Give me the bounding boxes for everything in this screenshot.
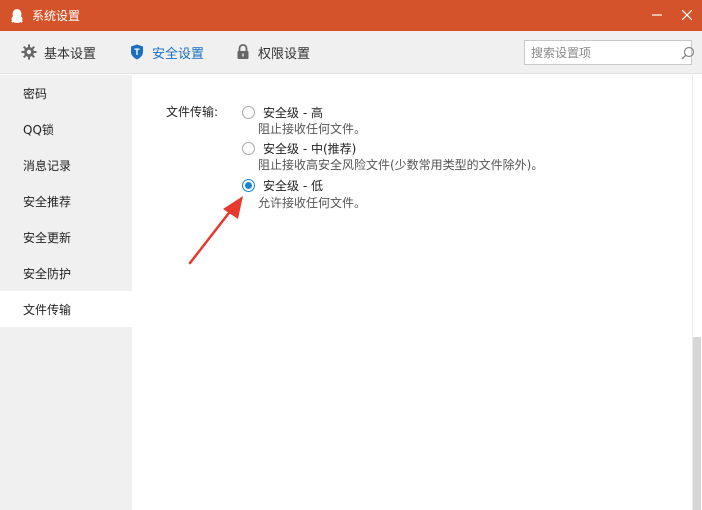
lock-icon [234,43,252,61]
tab-permission-settings[interactable]: 权限设置 [234,31,310,73]
shield-icon [128,43,146,61]
option-description: 允许接收任何文件。 [258,196,367,210]
settings-content: 文件传输: 安全级 - 高 阻止接收任何文件。 安全级 - 中(推荐) 阻止接收… [132,75,702,510]
sidebar-item-label: 文件传输 [23,302,72,317]
sidebar-item-label: 安全防护 [23,266,72,281]
sidebar-item-label: QQ锁 [23,122,54,137]
sidebar-item-security-protection[interactable]: 安全防护 [0,255,132,291]
option-label: 安全级 - 中(推荐) [263,142,357,156]
sidebar-item-file-transfer[interactable]: 文件传输 [0,291,132,327]
sidebar-item-message-history[interactable]: 消息记录 [0,147,132,183]
qq-penguin-icon [6,5,28,27]
file-transfer-label: 文件传输: [166,105,219,119]
tab-label: 基本设置 [44,46,97,62]
sidebar-item-label: 安全更新 [23,230,72,245]
close-icon [681,9,693,23]
radio-button-selected[interactable] [242,179,255,192]
radio-button[interactable] [242,106,255,119]
sidebar-item-security-update[interactable]: 安全更新 [0,219,132,255]
option-description: 阻止接收任何文件。 [258,122,367,136]
radio-option-low[interactable]: 安全级 - 低 [242,177,323,194]
tab-label: 权限设置 [258,46,311,62]
tab-security-settings[interactable]: 安全设置 [128,31,204,73]
option-label: 安全级 - 低 [263,179,323,193]
search-box [524,40,695,65]
sidebar-item-label: 安全推荐 [23,194,72,209]
gear-icon [20,43,38,61]
scrollbar-thumb[interactable] [693,337,701,510]
radio-option-high[interactable]: 安全级 - 高 [242,104,323,121]
toolbar: 基本设置 安全设置 权限设置 [0,31,702,74]
radio-button[interactable] [242,142,255,155]
option-label: 安全级 - 高 [263,106,323,120]
title-bar: 系统设置 [0,0,702,31]
sidebar-item-label: 密码 [23,86,48,101]
tab-basic-settings[interactable]: 基本设置 [20,31,96,73]
search-input[interactable] [525,41,681,64]
sidebar-item-qq-lock[interactable]: QQ锁 [0,111,132,147]
minimize-button[interactable] [642,0,672,31]
sidebar-item-security-recommend[interactable]: 安全推荐 [0,183,132,219]
tab-label: 安全设置 [152,46,205,62]
sidebar-item-label: 消息记录 [23,158,72,173]
radio-option-medium[interactable]: 安全级 - 中(推荐) [242,140,356,157]
option-description: 阻止接收高安全风险文件(少数常用类型的文件除外)。 [258,158,544,172]
minimize-icon [652,9,662,23]
sidebar-item-password[interactable]: 密码 [0,75,132,111]
window-title: 系统设置 [32,9,81,23]
settings-sidebar: 密码 QQ锁 消息记录 安全推荐 安全更新 安全防护 文件传输 [0,75,132,510]
search-icon[interactable] [681,42,695,64]
close-button[interactable] [672,0,702,31]
vertical-scrollbar[interactable] [692,75,702,510]
